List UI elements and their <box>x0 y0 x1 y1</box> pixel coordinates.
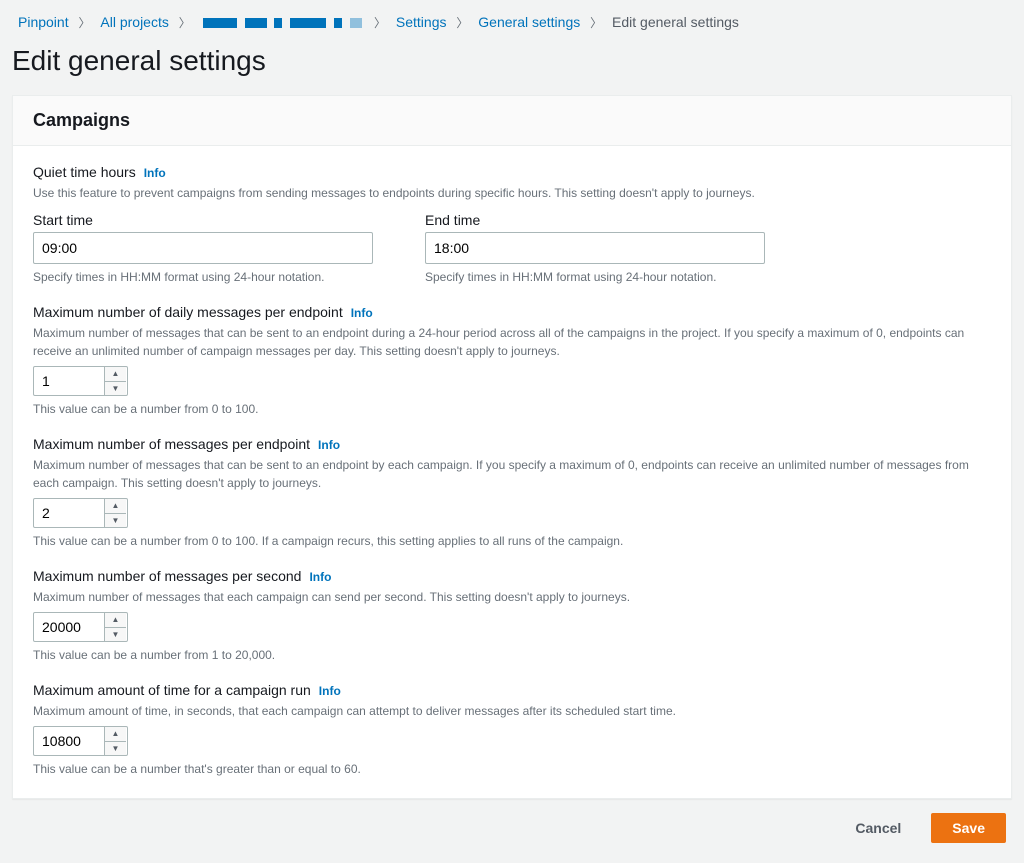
start-time-input[interactable] <box>33 232 373 264</box>
per-endpoint-desc: Maximum number of messages that can be s… <box>33 456 991 492</box>
campaign-time-label: Maximum amount of time for a campaign ru… <box>33 682 311 698</box>
campaign-time-input[interactable] <box>34 727 104 755</box>
breadcrumb-pinpoint[interactable]: Pinpoint <box>18 14 69 30</box>
chevron-right-icon: 〉 <box>78 16 90 30</box>
per-second-input-wrap: ▲ ▼ <box>33 612 128 642</box>
stepper-up-icon[interactable]: ▲ <box>105 613 126 628</box>
chevron-right-icon: 〉 <box>456 16 468 30</box>
per-second-label: Maximum number of messages per second <box>33 568 301 584</box>
daily-max-stepper: ▲ ▼ <box>104 367 126 395</box>
per-second-section: Maximum number of messages per second In… <box>33 568 991 662</box>
breadcrumb-settings[interactable]: Settings <box>396 14 447 30</box>
end-time-hint: Specify times in HH:MM format using 24-h… <box>425 270 765 284</box>
breadcrumb-project-redacted[interactable] <box>201 14 368 30</box>
daily-max-info-link[interactable]: Info <box>351 306 373 320</box>
end-time-input[interactable] <box>425 232 765 264</box>
save-button[interactable]: Save <box>931 813 1006 843</box>
breadcrumb-general-settings[interactable]: General settings <box>478 14 580 30</box>
per-endpoint-info-link[interactable]: Info <box>318 438 340 452</box>
per-endpoint-section: Maximum number of messages per endpoint … <box>33 436 991 548</box>
per-endpoint-input[interactable] <box>34 499 104 527</box>
daily-max-desc: Maximum number of messages that can be s… <box>33 324 991 360</box>
start-time-label: Start time <box>33 212 373 228</box>
per-second-desc: Maximum number of messages that each cam… <box>33 588 991 606</box>
panel-header: Campaigns <box>13 96 1011 146</box>
per-second-stepper: ▲ ▼ <box>104 613 126 641</box>
campaign-time-hint: This value can be a number that's greate… <box>33 762 991 776</box>
breadcrumb: Pinpoint 〉 All projects 〉 〉 Settings 〉 G… <box>0 0 1024 41</box>
breadcrumb-all-projects[interactable]: All projects <box>100 14 168 30</box>
campaigns-panel: Campaigns Quiet time hours Info Use this… <box>12 95 1012 799</box>
per-second-hint: This value can be a number from 1 to 20,… <box>33 648 991 662</box>
quiet-time-label: Quiet time hours <box>33 164 136 180</box>
panel-title: Campaigns <box>33 110 991 131</box>
quiet-time-section: Quiet time hours Info Use this feature t… <box>33 164 991 284</box>
stepper-down-icon[interactable]: ▼ <box>105 514 126 528</box>
daily-max-input[interactable] <box>34 367 104 395</box>
quiet-time-desc: Use this feature to prevent campaigns fr… <box>33 184 991 202</box>
stepper-down-icon[interactable]: ▼ <box>105 382 126 396</box>
campaign-time-input-wrap: ▲ ▼ <box>33 726 128 756</box>
start-time-hint: Specify times in HH:MM format using 24-h… <box>33 270 373 284</box>
campaign-time-stepper: ▲ ▼ <box>104 727 126 755</box>
quiet-time-info-link[interactable]: Info <box>144 166 166 180</box>
page-title: Edit general settings <box>0 41 1024 95</box>
campaign-time-desc: Maximum amount of time, in seconds, that… <box>33 702 991 720</box>
action-bar: Cancel Save <box>0 799 1024 863</box>
daily-max-section: Maximum number of daily messages per end… <box>33 304 991 416</box>
stepper-down-icon[interactable]: ▼ <box>105 628 126 642</box>
per-endpoint-hint: This value can be a number from 0 to 100… <box>33 534 991 548</box>
per-second-input[interactable] <box>34 613 104 641</box>
daily-max-hint: This value can be a number from 0 to 100… <box>33 402 991 416</box>
campaign-time-info-link[interactable]: Info <box>319 684 341 698</box>
per-endpoint-stepper: ▲ ▼ <box>104 499 126 527</box>
stepper-up-icon[interactable]: ▲ <box>105 499 126 514</box>
daily-max-label: Maximum number of daily messages per end… <box>33 304 343 320</box>
stepper-up-icon[interactable]: ▲ <box>105 727 126 742</box>
per-endpoint-input-wrap: ▲ ▼ <box>33 498 128 528</box>
campaign-time-section: Maximum amount of time for a campaign ru… <box>33 682 991 776</box>
chevron-right-icon: 〉 <box>179 16 191 30</box>
per-second-info-link[interactable]: Info <box>309 570 331 584</box>
chevron-right-icon: 〉 <box>374 16 386 30</box>
chevron-right-icon: 〉 <box>590 16 602 30</box>
end-time-label: End time <box>425 212 765 228</box>
stepper-up-icon[interactable]: ▲ <box>105 367 126 382</box>
per-endpoint-label: Maximum number of messages per endpoint <box>33 436 310 452</box>
cancel-button[interactable]: Cancel <box>835 813 921 843</box>
daily-max-input-wrap: ▲ ▼ <box>33 366 128 396</box>
breadcrumb-current: Edit general settings <box>612 14 739 30</box>
stepper-down-icon[interactable]: ▼ <box>105 742 126 756</box>
